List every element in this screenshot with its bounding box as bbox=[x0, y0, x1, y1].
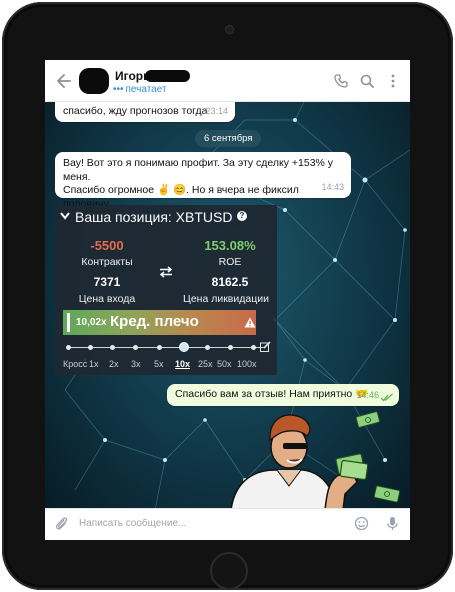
chat-screen: Игорь ••• печатает спасибо, жду прогнозов… bbox=[45, 60, 410, 540]
avatar-redaction bbox=[79, 68, 109, 94]
leverage-bar: 10,02x Кред. плечо bbox=[63, 310, 256, 335]
liquidation-price-label: Цена ликвидации bbox=[183, 293, 269, 305]
outgoing-message[interactable]: Спасибо вам за отзыв! Нам приятно 🤝 14:4… bbox=[167, 384, 399, 406]
slider-tick bbox=[88, 345, 93, 350]
tablet-frame: Игорь ••• печатает спасибо, жду прогнозов… bbox=[2, 2, 453, 590]
message-time: 23:14 bbox=[205, 105, 228, 116]
leverage-marker bbox=[67, 313, 70, 332]
leverage-option[interactable]: 1x bbox=[89, 359, 99, 369]
slider-tick bbox=[157, 345, 162, 350]
message-text: Спасибо вам за отзыв! Нам приятно 🤝 bbox=[175, 388, 369, 400]
edit-icon[interactable] bbox=[260, 341, 271, 352]
leverage-option[interactable]: 2x bbox=[109, 359, 119, 369]
slider-tick bbox=[228, 345, 233, 350]
leverage-option[interactable]: 100x bbox=[237, 359, 257, 369]
message-composer: Написать сообщение... bbox=[45, 508, 410, 540]
more-vert-icon[interactable] bbox=[385, 73, 401, 89]
search-icon[interactable] bbox=[359, 73, 375, 89]
message-time: 14:43 bbox=[321, 181, 344, 192]
position-card-image[interactable]: Ваша позиция: XBTUSD ? -5500 Контракты 1… bbox=[55, 205, 277, 375]
message-text: спасибо, жду прогнозов тогда bbox=[63, 105, 208, 117]
slider-tick bbox=[205, 345, 210, 350]
slider-tick bbox=[251, 345, 256, 350]
contracts-value: -5500 bbox=[90, 238, 124, 253]
contracts-label: Контракты bbox=[81, 256, 133, 268]
incoming-message-2[interactable]: Вау! Вот это я понимаю профит. За эту сд… bbox=[55, 152, 351, 223]
leverage-option[interactable]: 5x bbox=[154, 359, 164, 369]
leverage-slider-track[interactable] bbox=[68, 347, 264, 348]
message-input[interactable]: Написать сообщение... bbox=[79, 518, 186, 529]
card-title: Ваша позиция: XBTUSD bbox=[75, 209, 233, 225]
message-time: 14:46 bbox=[356, 389, 379, 400]
slider-tick bbox=[133, 345, 138, 350]
chevron-down-icon bbox=[60, 212, 70, 220]
leverage-label: Кред. плечо bbox=[110, 313, 199, 330]
phone-icon[interactable] bbox=[333, 73, 349, 89]
microphone-icon[interactable] bbox=[385, 516, 400, 531]
typing-status-text: печатает bbox=[125, 84, 167, 95]
leverage-value: 10,02x bbox=[76, 317, 107, 328]
emoji-icon[interactable] bbox=[354, 516, 369, 531]
home-button[interactable] bbox=[210, 552, 248, 590]
card-header: Ваша позиция: XBTUSD ? bbox=[55, 205, 277, 230]
roe-value: 153.08% bbox=[204, 238, 256, 253]
back-arrow-icon[interactable] bbox=[55, 72, 73, 90]
leverage-option[interactable]: Кросс bbox=[63, 359, 87, 369]
incoming-message-1[interactable]: спасибо, жду прогнозов тогда 23:14 bbox=[55, 102, 235, 122]
roe-label: ROE bbox=[218, 256, 242, 268]
liquidation-price-value: 8162.5 bbox=[211, 275, 249, 289]
slider-tick bbox=[66, 345, 71, 350]
chat-header: Игорь ••• печатает bbox=[45, 60, 410, 102]
leverage-option[interactable]: 3x bbox=[131, 359, 141, 369]
leverage-slider-knob[interactable] bbox=[179, 342, 189, 352]
entry-price-label: Цена входа bbox=[78, 293, 136, 305]
leverage-option[interactable]: 25x bbox=[198, 359, 213, 369]
typing-status: ••• печатает bbox=[113, 84, 167, 95]
paperclip-icon[interactable] bbox=[54, 516, 69, 531]
message-line-1: Вау! Вот это я понимаю профит. За эту сд… bbox=[63, 157, 334, 183]
swap-arrows-icon bbox=[159, 266, 173, 278]
date-separator: 6 сентября bbox=[195, 130, 262, 147]
money-man-sticker[interactable] bbox=[225, 410, 405, 510]
camera bbox=[225, 25, 234, 34]
slider-tick bbox=[110, 345, 115, 350]
warning-icon bbox=[244, 317, 256, 328]
leverage-option[interactable]: 50x bbox=[217, 359, 232, 369]
entry-price-value: 7371 bbox=[93, 275, 121, 289]
surname-redaction bbox=[145, 70, 190, 82]
leverage-option-selected[interactable]: 10x bbox=[175, 359, 190, 369]
help-icon: ? bbox=[237, 211, 247, 221]
double-check-icon bbox=[380, 393, 393, 402]
